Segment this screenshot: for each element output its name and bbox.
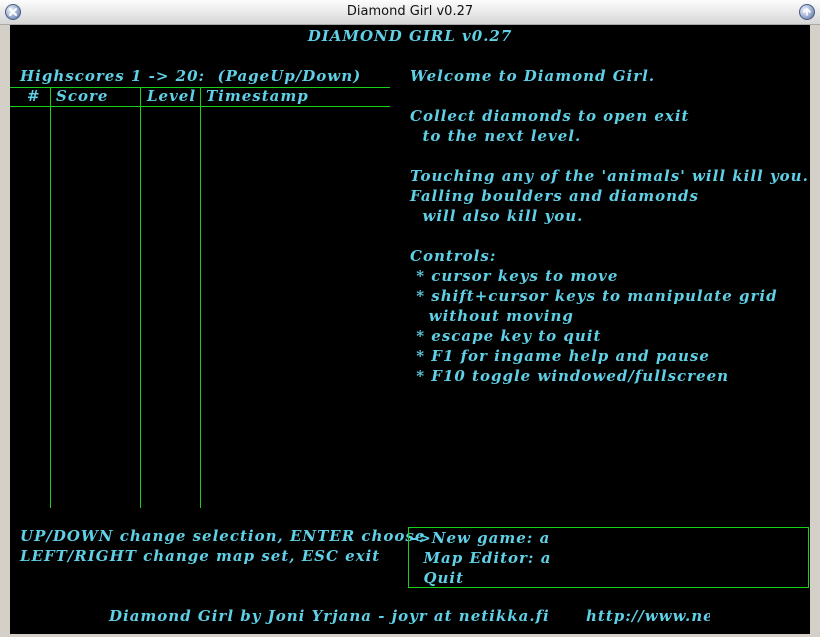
restore-window-button[interactable] bbox=[799, 4, 815, 20]
help-text: Welcome to Diamond Girl. Collect diamond… bbox=[410, 66, 809, 386]
window-title: Diamond Girl v0.27 bbox=[346, 4, 474, 19]
restore-icon bbox=[803, 7, 811, 16]
footer-credit: Diamond Girl by Joni Yrjana - joyr at ne… bbox=[109, 607, 550, 625]
main-menu: ->New game: a Map Editor: a Quit bbox=[408, 527, 809, 588]
footer-scroller: Diamond Girl by Joni Yrjana - joyr at ne… bbox=[10, 606, 710, 628]
highscore-column-divider bbox=[50, 87, 51, 508]
game-screen[interactable]: DIAMOND GIRL v0.27 Highscores 1 -> 20: (… bbox=[10, 25, 810, 634]
footer-url: http://www.ne bbox=[586, 607, 710, 625]
help-line: * cursor keys to move bbox=[410, 267, 619, 285]
menu-item-quit[interactable]: Quit bbox=[411, 568, 464, 588]
help-line: without moving bbox=[410, 307, 574, 325]
help-line: Touching any of the 'animals' will kill … bbox=[410, 167, 809, 185]
help-line: Collect diamonds to open exit bbox=[410, 107, 690, 125]
instructions-line: LEFT/RIGHT change map set, ESC exit bbox=[20, 547, 381, 565]
help-line: to the next level. bbox=[410, 127, 582, 145]
column-header-rank: # bbox=[27, 87, 41, 105]
column-header-score: Score bbox=[56, 87, 109, 105]
help-line: * F10 toggle windowed/fullscreen bbox=[410, 367, 730, 385]
highscores-title: Highscores 1 -> 20: (PageUp/Down) bbox=[20, 67, 362, 85]
help-line: Controls: bbox=[410, 247, 497, 265]
menu-item-map-editor[interactable]: Map Editor: a bbox=[411, 548, 551, 568]
game-title: DIAMOND GIRL v0.27 bbox=[307, 27, 513, 45]
help-line: * F1 for ingame help and pause bbox=[410, 347, 710, 365]
menu-item-new-game[interactable]: ->New game: a bbox=[411, 528, 550, 548]
highscore-column-divider bbox=[140, 87, 141, 508]
help-line bbox=[410, 86, 809, 106]
help-line: * shift+cursor keys to manipulate grid bbox=[410, 287, 778, 305]
instructions-line: UP/DOWN change selection, ENTER choose bbox=[20, 527, 426, 545]
help-line: will also kill you. bbox=[410, 207, 584, 225]
help-line: Welcome to Diamond Girl. bbox=[410, 67, 656, 85]
column-header-timestamp: Timestamp bbox=[206, 87, 309, 105]
column-header-level: Level bbox=[147, 87, 197, 105]
highscore-column-divider bbox=[200, 87, 201, 508]
help-line: Falling boulders and diamonds bbox=[410, 187, 699, 205]
help-line: * escape key to quit bbox=[410, 327, 602, 345]
help-line bbox=[410, 226, 809, 246]
window-titlebar[interactable]: Diamond Girl v0.27 bbox=[0, 0, 820, 25]
help-line bbox=[410, 146, 809, 166]
